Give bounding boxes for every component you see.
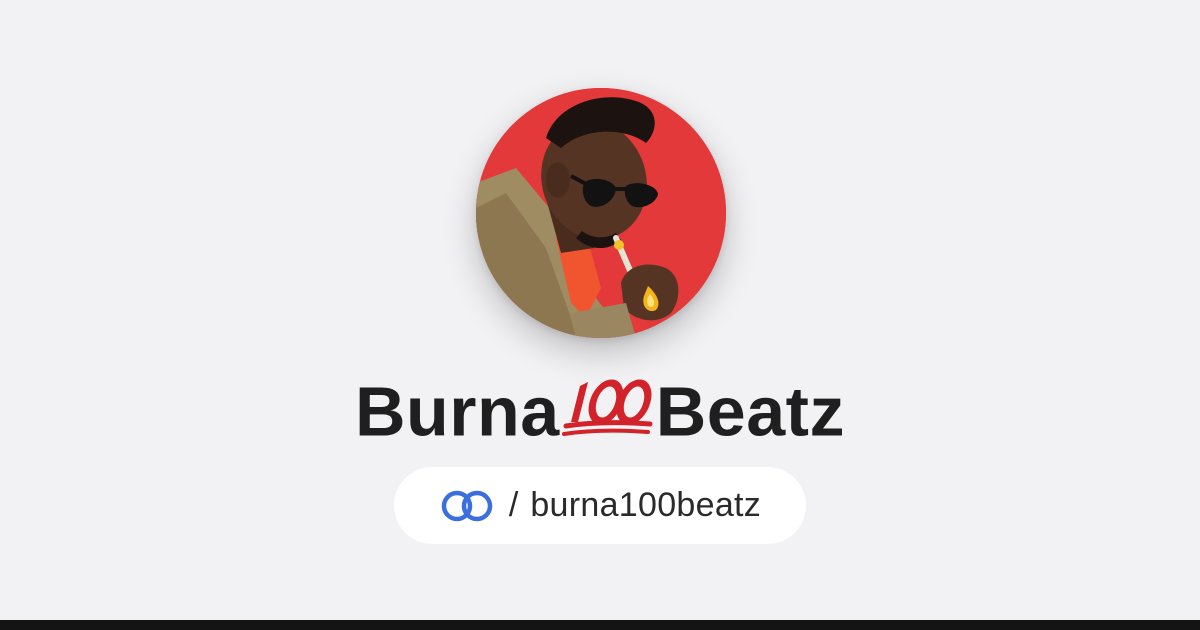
profile-link-pill[interactable]: / burna100beatz: [394, 467, 806, 544]
avatar-illustration-icon: [476, 88, 726, 338]
avatar[interactable]: [476, 88, 726, 338]
hundred-points-emoji-icon: [561, 378, 654, 438]
profile-name-part1: Burna: [355, 372, 560, 451]
profile-name: Burna Beatz: [0, 364, 1200, 454]
profile-handle[interactable]: burna100beatz: [530, 486, 761, 525]
bottom-bar: [0, 620, 1200, 630]
linked-rings-icon: [439, 489, 495, 523]
link-separator: /: [508, 486, 519, 524]
profile-name-part2: Beatz: [655, 372, 845, 451]
profile-card: Burna Beatz / burna100beatz: [0, 0, 1200, 620]
